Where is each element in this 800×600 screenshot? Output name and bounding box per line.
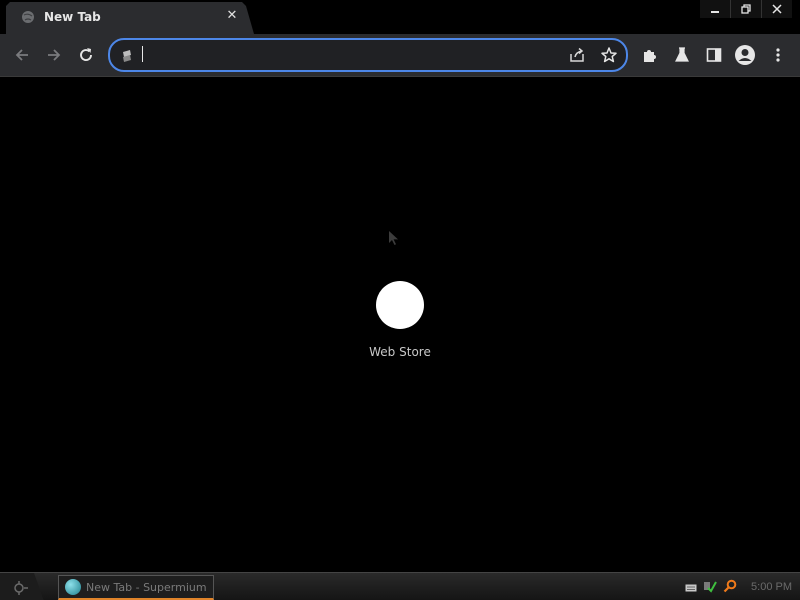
- search-engine-icon[interactable]: [120, 48, 134, 62]
- browser-app-icon: [65, 579, 81, 595]
- taskbar-item-browser[interactable]: New Tab - Supermium: [58, 575, 214, 600]
- restore-icon[interactable]: [730, 0, 761, 18]
- globe-icon: [21, 10, 35, 24]
- more-vertical-icon[interactable]: [767, 44, 789, 66]
- share-icon[interactable]: [568, 46, 586, 64]
- screen: New Tab ✕ Web Store New Tab - Supermium …: [0, 0, 800, 600]
- shortcut-label: Web Store: [369, 345, 431, 359]
- mouse-cursor-icon: [388, 230, 400, 246]
- taskbar: New Tab - Supermium 5:00 PM: [0, 572, 800, 600]
- close-icon[interactable]: ✕: [224, 8, 240, 24]
- new-tab-page: Web Store: [0, 77, 800, 572]
- reload-icon[interactable]: [75, 44, 97, 66]
- shortcut-icon: [376, 281, 424, 329]
- keyboard-icon[interactable]: [685, 578, 697, 597]
- address-input[interactable]: [140, 44, 540, 66]
- flask-icon[interactable]: [671, 44, 693, 66]
- tab-new-tab[interactable]: New Tab ✕: [6, 2, 254, 34]
- address-bar[interactable]: [108, 38, 628, 72]
- shortcut-web-store[interactable]: Web Store: [360, 281, 440, 359]
- taskbar-item-label: New Tab - Supermium: [86, 580, 207, 594]
- start-button[interactable]: [0, 573, 44, 600]
- side-panel-icon[interactable]: [703, 44, 725, 66]
- close-window-icon[interactable]: [761, 0, 792, 18]
- arrow-right-icon[interactable]: [43, 44, 65, 66]
- avatar-icon[interactable]: [734, 44, 756, 66]
- network-icon[interactable]: [703, 578, 717, 597]
- tab-title: New Tab: [44, 10, 101, 24]
- tab-strip: New Tab ✕: [0, 0, 800, 34]
- text-caret: [142, 46, 143, 62]
- toolbar: [0, 34, 800, 77]
- search-icon[interactable]: [723, 578, 737, 597]
- star-icon[interactable]: [600, 46, 618, 64]
- window-controls: [700, 0, 792, 18]
- system-tray: 5:00 PM: [685, 577, 792, 597]
- minimize-icon[interactable]: [700, 0, 730, 18]
- taskbar-clock: 5:00 PM: [751, 581, 792, 593]
- arrow-left-icon[interactable]: [11, 44, 33, 66]
- puzzle-icon[interactable]: [639, 44, 661, 66]
